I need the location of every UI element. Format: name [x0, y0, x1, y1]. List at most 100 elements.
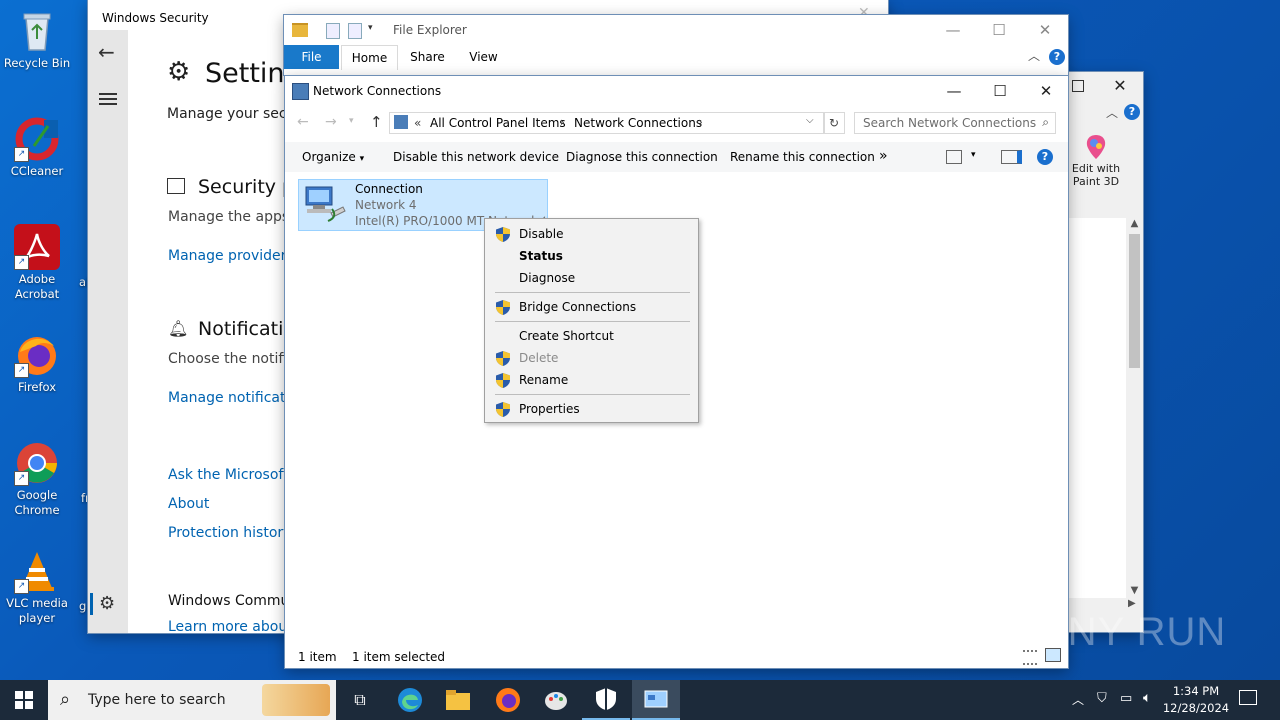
menu-separator — [495, 394, 690, 395]
refresh-icon[interactable]: ↻ — [823, 112, 845, 134]
address-bar[interactable]: « All Control Panel Items › Network Conn… — [389, 112, 825, 134]
scroll-right-icon[interactable]: ▶ — [1128, 598, 1136, 609]
taskbar: ⌕ Type here to search ⧉ ︿ ⛉ ▭ 🔈︎ 1:34 PM… — [0, 680, 1280, 720]
security-providers-text: Manage the apps — [168, 209, 290, 225]
scroll-up-icon[interactable]: ▲ — [1126, 218, 1143, 229]
search-input[interactable]: Search Network Connections — [863, 116, 1036, 130]
ccleaner-icon: ↗ — [14, 116, 60, 162]
notifications-icon[interactable] — [1239, 690, 1257, 705]
help-icon[interactable]: ? — [1124, 104, 1140, 120]
paint-palette-icon — [545, 692, 567, 710]
shortcut-arrow-icon: ↗ — [14, 363, 29, 378]
shortcut-arrow-icon: ↗ — [14, 147, 29, 162]
network-connections-taskbar-button[interactable] — [632, 680, 680, 720]
forward-arrow-icon[interactable]: → — [325, 114, 337, 130]
desktop-icon-firefox[interactable]: ↗ Firefox — [0, 332, 74, 395]
rename-connection-button[interactable]: Rename this connection — [730, 150, 875, 164]
edge-taskbar-button[interactable] — [386, 680, 434, 720]
manage-providers-link[interactable]: Manage providers — [168, 248, 294, 264]
close-button[interactable]: ✕ — [1100, 72, 1140, 100]
context-menu-item-disable[interactable]: Disable — [485, 223, 698, 245]
tab-view[interactable]: View — [456, 45, 511, 69]
volume-tray-icon[interactable]: 🔈︎ — [1143, 690, 1151, 706]
up-arrow-icon[interactable]: ↑ — [370, 113, 383, 131]
protection-history-link[interactable]: Protection history — [168, 525, 291, 541]
clock[interactable]: 1:34 PM 12/28/2024 — [1160, 683, 1232, 717]
desktop-icon-vlc[interactable]: ↗ VLC media player — [0, 548, 74, 626]
context-menu-item-properties[interactable]: Properties — [485, 398, 698, 420]
breadcrumb-overflow[interactable]: « — [414, 116, 421, 130]
vertical-scrollbar[interactable]: ▲ ▼ — [1126, 218, 1143, 598]
help-icon[interactable]: ? — [1037, 149, 1053, 165]
diagnose-connection-button[interactable]: Diagnose this connection — [566, 150, 718, 164]
task-view-button[interactable]: ⧉ — [336, 680, 384, 720]
maximize-button[interactable]: ☐ — [976, 15, 1022, 45]
back-arrow-icon[interactable]: ← — [98, 40, 115, 64]
breadcrumb-item[interactable]: All Control Panel Items — [430, 116, 566, 130]
minimize-button[interactable]: — — [931, 76, 977, 106]
desktop-icon-ccleaner[interactable]: ↗ CCleaner — [0, 116, 74, 179]
about-link[interactable]: About — [168, 496, 209, 512]
windows-security-taskbar-button[interactable] — [582, 680, 630, 720]
context-menu-item-label: Status — [519, 249, 563, 263]
chevron-right-icon[interactable]: › — [698, 115, 703, 129]
more-commands-button[interactable]: » — [879, 148, 888, 164]
address-dropdown-icon[interactable]: ⌵ — [806, 115, 814, 126]
desktop-icon-google-chrome[interactable]: ↗ Google Chrome — [0, 440, 74, 518]
ribbon-tabs: File Home Share View ︿ ? — [284, 45, 1068, 70]
file-explorer-taskbar-button[interactable] — [434, 680, 482, 720]
desktop-icon-label: Google Chrome — [14, 488, 60, 517]
help-icon[interactable]: ? — [1049, 49, 1065, 65]
details-view-icon[interactable] — [1023, 650, 1037, 665]
scrollbar-thumb[interactable] — [1129, 234, 1140, 368]
security-tray-icon[interactable]: ⛉ — [1097, 691, 1107, 706]
chevron-down-icon[interactable]: ▾ — [971, 150, 976, 160]
chevron-up-icon[interactable]: ︿ — [1106, 104, 1118, 121]
context-menu-item-status[interactable]: Status — [485, 245, 698, 267]
paint-taskbar-button[interactable] — [532, 680, 580, 720]
network-tray-icon[interactable]: ▭ — [1120, 691, 1132, 706]
security-providers-heading: Security p — [198, 176, 295, 198]
desktop-icon-recycle-bin[interactable]: Recycle Bin — [0, 8, 74, 71]
chevron-down-icon[interactable]: ▾ — [368, 23, 373, 33]
manage-notifications-link[interactable]: Manage notificatio — [168, 390, 298, 406]
context-menu-item-diagnose[interactable]: Diagnose — [485, 267, 698, 289]
preview-pane-icon[interactable] — [1001, 150, 1022, 164]
clock-time: 1:34 PM — [1172, 684, 1220, 698]
breadcrumb-item[interactable]: Network Connections — [574, 116, 702, 130]
firefox-taskbar-button[interactable] — [484, 680, 532, 720]
chevron-right-icon[interactable]: › — [560, 115, 565, 129]
tab-home[interactable]: Home — [341, 45, 398, 70]
taskbar-search-box[interactable]: ⌕ Type here to search — [48, 680, 336, 720]
scroll-down-icon[interactable]: ▼ — [1126, 585, 1143, 596]
shortcut-arrow-icon: ↗ — [14, 579, 29, 594]
ask-microsoft-link[interactable]: Ask the Microsoft C — [168, 467, 303, 483]
show-hidden-icons-icon[interactable]: ︿ — [1072, 691, 1084, 708]
close-button[interactable]: ✕ — [1022, 15, 1068, 45]
close-button[interactable]: ✕ — [1023, 76, 1069, 106]
tab-file[interactable]: File — [284, 45, 339, 69]
tab-share[interactable]: Share — [400, 45, 455, 69]
context-menu-item-bridge-connections[interactable]: Bridge Connections — [485, 296, 698, 318]
context-menu-item-rename[interactable]: Rename — [485, 369, 698, 391]
chevron-up-icon[interactable]: ︿ — [1028, 47, 1040, 64]
settings-gear-icon[interactable]: ⚙ — [99, 593, 115, 614]
taskbar-search-input[interactable]: Type here to search — [88, 692, 226, 708]
change-view-icon[interactable] — [946, 150, 962, 164]
context-menu-item-create-shortcut[interactable]: Create Shortcut — [485, 325, 698, 347]
hamburger-menu-icon[interactable] — [99, 90, 117, 108]
minimize-button[interactable]: — — [930, 15, 976, 45]
new-folder-icon[interactable] — [348, 23, 362, 39]
desktop-icon-adobe-acrobat[interactable]: ↗ Adobe Acrobat — [0, 224, 74, 302]
organize-button[interactable]: Organize ▾ — [302, 150, 364, 164]
maximize-button[interactable]: ☐ — [977, 76, 1023, 106]
start-button[interactable] — [0, 680, 48, 720]
settings-gear-icon: ⚙ — [167, 57, 191, 87]
command-bar: Organize ▾ Disable this network device D… — [285, 142, 1068, 172]
back-arrow-icon[interactable]: ← — [297, 114, 309, 130]
search-box[interactable]: Search Network Connections ⌕ — [854, 112, 1056, 134]
recent-dropdown-icon[interactable]: ▾ — [349, 116, 354, 126]
disable-device-button[interactable]: Disable this network device — [393, 150, 559, 164]
properties-icon[interactable] — [326, 23, 340, 39]
paint3d-button[interactable]: Edit with Paint 3D — [1068, 130, 1124, 196]
